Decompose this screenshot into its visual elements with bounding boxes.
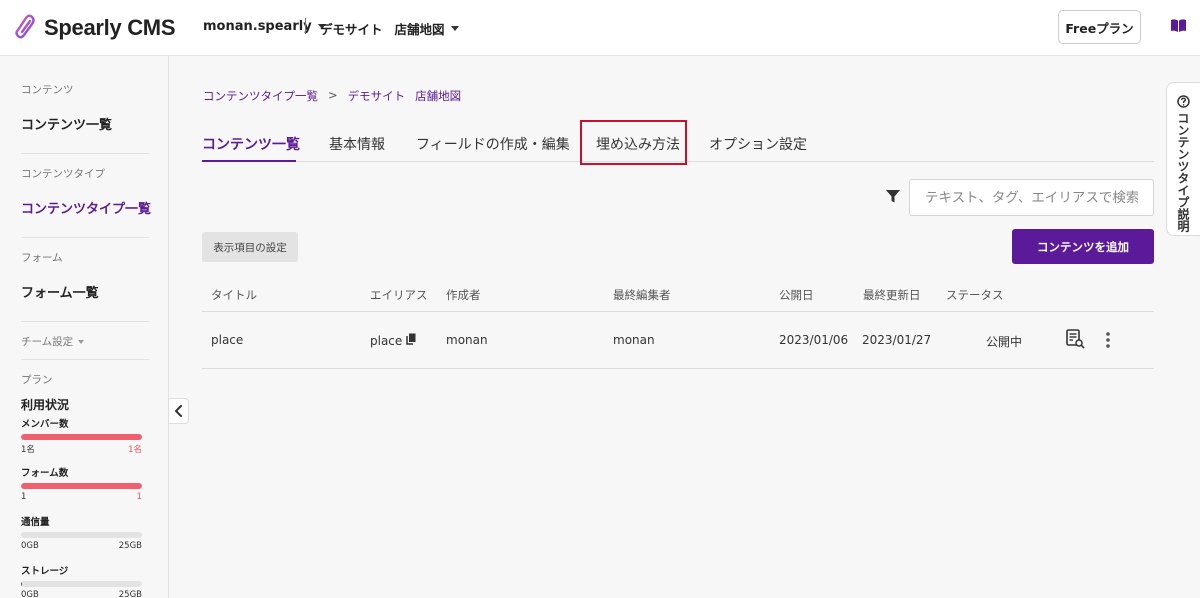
meter-values-traffic: 0GB 25GB (21, 541, 142, 551)
column-header-title[interactable]: タイトル (211, 287, 257, 303)
logo-icon (12, 12, 40, 44)
meter-label-traffic: 通信量 (21, 517, 50, 528)
add-content-button[interactable]: コンテンツを追加 (1012, 229, 1154, 264)
tab-fields[interactable]: フィールドの作成・編集 (416, 134, 570, 154)
more-icon[interactable] (1105, 331, 1111, 353)
column-header-alias[interactable]: エイリアス (370, 287, 428, 303)
team-settings-label: チーム設定 (21, 336, 74, 348)
book-icon[interactable] (1170, 18, 1187, 37)
sidebar-collapse-button[interactable] (168, 398, 189, 424)
column-header-published[interactable]: 公開日 (779, 287, 814, 303)
active-tab-indicator (202, 160, 296, 162)
team-switcher[interactable]: monan.spearly (203, 19, 326, 34)
tab-contents-list[interactable]: コンテンツ一覧 (202, 134, 300, 154)
tab-basic-info[interactable]: 基本情報 (329, 134, 385, 154)
column-header-updated[interactable]: 最終更新日 (863, 287, 921, 303)
top-header: Spearly CMS monan.spearly デモサイト 店舗地図 Fre… (0, 0, 1200, 56)
sidebar-item-team-settings[interactable]: チーム設定 (21, 334, 85, 349)
cell-last-editor: monan (613, 333, 655, 347)
cell-alias: place (370, 333, 416, 348)
meter-label-forms: フォーム数 (21, 468, 69, 479)
header-divider (305, 18, 306, 34)
chevron-left-icon (174, 405, 182, 417)
column-header-last-editor[interactable]: 最終編集者 (613, 287, 671, 303)
cell-status: 公開中 (986, 335, 1023, 349)
sidebar: コンテンツ コンテンツ一覧 コンテンツタイプ コンテンツタイプ一覧 フォーム フ… (0, 56, 169, 598)
cell-updated: 2023/01/27 (862, 333, 932, 347)
meter-min: 0GB (21, 541, 39, 551)
sidebar-section-contents: コンテンツ (21, 84, 74, 96)
meter-values-members: 1名 1名 (21, 443, 142, 455)
breadcrumb-content-type[interactable]: 店舗地図 (415, 88, 461, 104)
meter-max: 25GB (118, 590, 142, 598)
display-settings-button[interactable]: 表示項目の設定 (202, 232, 298, 262)
sidebar-item-contents-list[interactable]: コンテンツ一覧 (21, 114, 112, 133)
meter-values-forms: 1 1 (21, 492, 142, 502)
copy-icon[interactable] (406, 333, 416, 348)
meter-label-members: メンバー数 (21, 419, 69, 430)
sidebar-item-content-types-list[interactable]: コンテンツタイプ一覧 (21, 198, 151, 217)
sidebar-section-plan: プラン (21, 374, 53, 386)
meter-min: 0GB (21, 590, 39, 598)
divider (21, 237, 149, 238)
sidebar-item-forms-list[interactable]: フォーム一覧 (21, 282, 99, 301)
meter-values-storage: 0GB 25GB (21, 590, 142, 598)
content-type-help-tab[interactable]: コンテンツタイプ説明 (1166, 82, 1200, 236)
divider (21, 359, 149, 360)
meter-bar-storage (21, 581, 142, 587)
meter-max: 1 (136, 492, 142, 502)
help-tab-label: コンテンツタイプ説明 (1176, 112, 1190, 232)
preview-icon[interactable] (1066, 329, 1085, 353)
help-icon (1177, 95, 1191, 108)
meter-bar-members (21, 434, 142, 440)
column-header-status[interactable]: ステータス (946, 287, 1004, 303)
sidebar-section-content-types: コンテンツタイプ (21, 168, 105, 180)
cell-title[interactable]: place (211, 333, 243, 347)
content-type-name: 店舗地図 (394, 22, 445, 37)
meter-label-storage: ストレージ (21, 566, 69, 577)
breadcrumb-separator: > (328, 88, 338, 102)
filter-icon[interactable] (885, 189, 901, 208)
usage-title: 利用状況 (21, 398, 70, 412)
cell-published: 2023/01/06 (779, 333, 849, 347)
column-header-author[interactable]: 作成者 (446, 287, 481, 303)
meter-max: 1名 (128, 445, 142, 455)
divider (21, 153, 149, 154)
breadcrumb: コンテンツタイプ一覧 > デモサイト 店舗地図 (203, 88, 461, 104)
plan-button[interactable]: Freeプラン (1058, 10, 1141, 44)
team-name: monan.spearly (203, 19, 312, 34)
highlight-box (580, 120, 687, 165)
chevron-down-icon (450, 26, 459, 31)
table-header: タイトル エイリアス 作成者 最終編集者 公開日 最終更新日 ステータス (202, 280, 1154, 312)
logo-text: Spearly CMS (44, 15, 176, 40)
divider (21, 321, 149, 322)
meter-max: 25GB (118, 541, 142, 551)
search-input[interactable] (909, 179, 1154, 216)
breadcrumb-content-types[interactable]: コンテンツタイプ一覧 (203, 88, 318, 104)
tab-options[interactable]: オプション設定 (709, 134, 807, 154)
breadcrumb-site[interactable]: デモサイト (348, 88, 406, 104)
sidebar-section-forms: フォーム (21, 252, 63, 264)
site-name: デモサイト (320, 22, 383, 37)
alias-text: place (370, 333, 403, 348)
chevron-down-icon (78, 339, 85, 344)
meter-bar-traffic (21, 532, 142, 538)
site-switcher[interactable]: デモサイト 店舗地図 (320, 19, 459, 38)
meter-min: 1 (21, 492, 27, 502)
table-row[interactable]: place place monan monan 2023/01/06 2023/… (202, 312, 1154, 369)
cell-author: monan (446, 333, 488, 347)
meter-min: 1名 (21, 445, 35, 455)
app-logo[interactable]: Spearly CMS (12, 12, 176, 44)
meter-bar-forms (21, 483, 142, 489)
